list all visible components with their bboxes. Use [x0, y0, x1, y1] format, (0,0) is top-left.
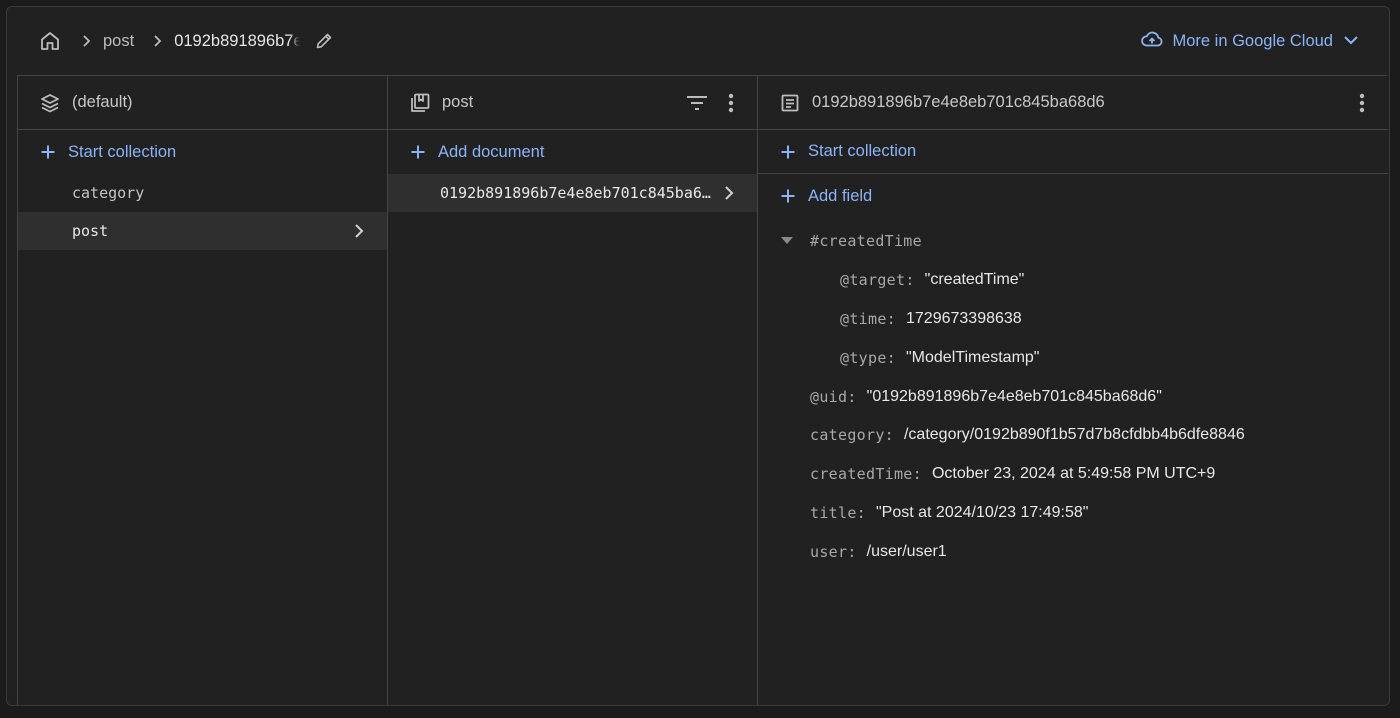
field-row[interactable]: user: /user/user1	[758, 532, 1388, 571]
field-list: #createdTime @target: "createdTime" @tim…	[758, 218, 1388, 571]
breadcrumb-collection[interactable]: post	[103, 32, 134, 51]
collection-icon	[408, 91, 432, 115]
field-key: #createdTime	[810, 232, 922, 251]
document-title: 0192b891896b7e4e8eb701c845ba68d6	[812, 93, 1105, 111]
collection-actions	[675, 91, 743, 115]
start-collection-label: Start collection	[808, 142, 917, 160]
field-key: @uid:	[810, 387, 857, 406]
chevron-right-icon	[77, 34, 97, 48]
field-key: @type:	[840, 348, 896, 367]
document-actions	[1340, 91, 1374, 115]
layers-icon	[38, 91, 62, 115]
add-field-label: Add field	[808, 186, 873, 205]
add-field-button[interactable]: Add field	[758, 174, 1388, 218]
start-collection-button[interactable]: Start collection	[18, 130, 387, 174]
field-key: user:	[810, 542, 857, 561]
start-collection-label: Start collection	[68, 142, 177, 161]
chevron-right-icon	[349, 221, 369, 241]
more-in-google-cloud-label: More in Google Cloud	[1172, 32, 1333, 50]
collection-item-label: category	[72, 184, 145, 202]
field-row[interactable]: @type: "ModelTimestamp"	[758, 338, 1388, 377]
document-item-label: 0192b891896b7e4e8eb701c845ba68d6	[440, 184, 716, 202]
field-value: /user/user1	[866, 542, 947, 560]
field-row[interactable]: title: "Post at 2024/10/23 17:49:58"	[758, 494, 1388, 533]
collection-panel: post Add document 0192b891896b7e4e8eb701…	[388, 76, 758, 705]
document-panel-header: 0192b891896b7e4e8eb701c845ba68d6	[758, 76, 1388, 130]
collection-title: post	[442, 93, 474, 111]
pencil-icon[interactable]	[312, 29, 336, 53]
breadcrumb-document[interactable]: 0192b891896b7e4e8eb701c845ba68d6	[174, 32, 300, 51]
field-key: category:	[810, 426, 894, 445]
plus-icon	[778, 142, 798, 162]
cloud-icon	[1140, 29, 1164, 54]
plus-icon	[408, 142, 428, 162]
collection-item-label: post	[72, 222, 109, 240]
field-key: @time:	[840, 309, 896, 328]
field-value: "0192b891896b7e4e8eb701c845ba68d6"	[866, 387, 1162, 405]
home-icon[interactable]	[37, 28, 63, 54]
field-value: October 23, 2024 at 5:49:58 PM UTC+9	[931, 465, 1216, 483]
field-key: createdTime:	[810, 465, 922, 484]
start-subcollection-button[interactable]: Start collection	[758, 130, 1388, 174]
root-panel: (default) Start collection category post	[18, 76, 388, 705]
collection-item-post[interactable]: post	[18, 212, 387, 250]
firestore-data-viewer: post 0192b891896b7e4e8eb701c845ba68d6 Mo…	[6, 6, 1390, 706]
root-panel-header: (default)	[18, 76, 387, 130]
more-in-google-cloud-button[interactable]: More in Google Cloud	[1140, 29, 1359, 54]
top-bar: post 0192b891896b7e4e8eb701c845ba68d6 Mo…	[7, 7, 1389, 75]
document-panel: 0192b891896b7e4e8eb701c845ba68d6 Start c…	[758, 76, 1388, 705]
field-row[interactable]: @uid: "0192b891896b7e4e8eb701c845ba68d6"	[758, 377, 1388, 416]
chevron-right-icon	[148, 34, 168, 48]
add-document-label: Add document	[438, 142, 545, 161]
add-document-button[interactable]: Add document	[388, 130, 757, 174]
field-value: 1729673398638	[906, 309, 1022, 327]
field-value: "createdTime"	[924, 271, 1025, 289]
plus-icon	[38, 142, 58, 162]
triangle-down-icon[interactable]	[780, 234, 794, 248]
document-icon	[778, 91, 802, 115]
filter-icon[interactable]	[685, 91, 709, 115]
field-row[interactable]: createdTime: October 23, 2024 at 5:49:58…	[758, 455, 1388, 494]
collection-panel-header: post	[388, 76, 757, 130]
more-vert-icon[interactable]	[719, 91, 743, 115]
document-item[interactable]: 0192b891896b7e4e8eb701c845ba68d6	[388, 174, 757, 212]
field-value: "Post at 2024/10/23 17:49:58"	[876, 503, 1089, 521]
field-row[interactable]: @time: 1729673398638	[758, 300, 1388, 339]
field-value: "ModelTimestamp"	[906, 348, 1040, 366]
panel-columns: (default) Start collection category post	[17, 75, 1388, 705]
chevron-right-icon	[719, 183, 739, 203]
breadcrumb: post 0192b891896b7e4e8eb701c845ba68d6	[37, 27, 336, 55]
chevron-down-icon	[1343, 32, 1359, 51]
field-key: title:	[810, 503, 866, 522]
field-row[interactable]: category: /category/0192b890f1b57d7b8cfd…	[758, 416, 1388, 455]
plus-icon	[778, 186, 798, 206]
field-row[interactable]: @target: "createdTime"	[758, 261, 1388, 300]
database-title: (default)	[72, 93, 133, 111]
field-value: /category/0192b890f1b57d7b8cfdbb4b6dfe88…	[903, 426, 1245, 444]
field-key: @target:	[840, 271, 915, 290]
more-vert-icon[interactable]	[1350, 91, 1374, 115]
collection-item-category[interactable]: category	[18, 174, 387, 212]
map-field-createdtime[interactable]: #createdTime	[758, 222, 1388, 261]
